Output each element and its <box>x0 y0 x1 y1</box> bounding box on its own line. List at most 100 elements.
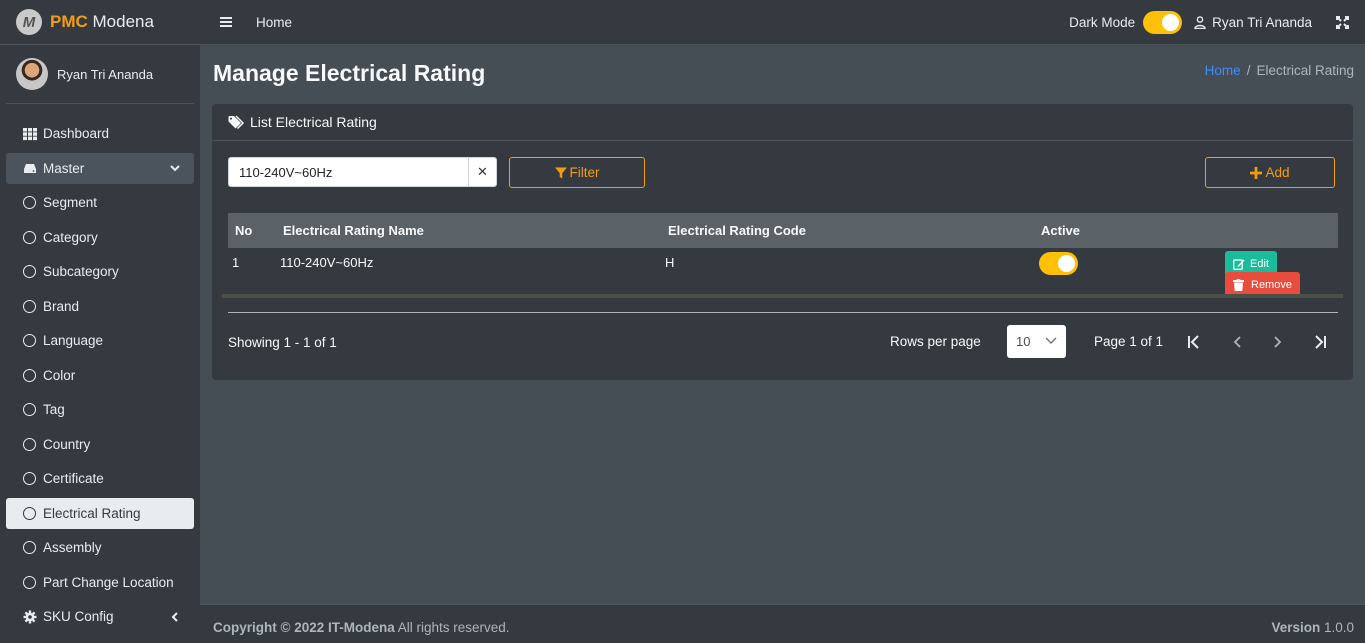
remove-label: Remove <box>1251 278 1292 291</box>
table-row: 1 110-240V~60Hz H Edit Remove <box>228 248 1338 297</box>
sidebar-item-label: Language <box>43 333 104 348</box>
cell-code: H <box>665 255 675 270</box>
footer: Copyright © 2022 IT-Modena All rights re… <box>200 604 1365 643</box>
chevron-down-icon <box>170 165 180 172</box>
sidebar-item-segment[interactable]: Segment <box>6 187 194 218</box>
user-menu[interactable]: Ryan Tri Ananda <box>1194 15 1312 30</box>
circle-icon <box>23 299 36 313</box>
copyright-rest: All rights reserved. <box>394 620 510 635</box>
card-header: List Electrical Rating <box>212 104 1353 141</box>
topbar-user-name: Ryan Tri Ananda <box>1212 15 1312 30</box>
sidebar-item-label: Certificate <box>43 471 104 486</box>
showing-count: Showing 1 - 1 of 1 <box>228 335 337 350</box>
cell-actions: Edit Remove <box>1173 248 1338 297</box>
sidebar-item-label: Brand <box>43 298 80 314</box>
prev-page-icon[interactable] <box>1229 333 1247 351</box>
breadcrumb-home-link[interactable]: Home <box>1205 63 1241 78</box>
gear-icon <box>23 610 37 623</box>
col-no[interactable]: No <box>228 213 276 248</box>
col-code[interactable]: Electrical Rating Code <box>661 213 1034 248</box>
cell-active <box>1034 248 1173 297</box>
sidebar-item-electrical-rating[interactable]: Electrical Rating <box>6 497 194 529</box>
sidebar-item-color[interactable]: Color <box>6 360 194 391</box>
sidebar-item-language[interactable]: Language <box>6 325 194 356</box>
sidebar-item-label: Category <box>43 229 98 245</box>
sidebar-item-assembly[interactable]: Assembly <box>6 532 194 563</box>
close-icon: ✕ <box>477 164 488 179</box>
hdd-icon <box>24 164 36 173</box>
sidebar-item-country[interactable]: Country <box>6 429 194 460</box>
add-button[interactable]: Add <box>1205 157 1335 188</box>
sidebar-item-sku-config[interactable]: SKU Config <box>6 601 194 632</box>
sidebar-item-certificate[interactable]: Certificate <box>6 463 194 494</box>
sidebar-user-name: Ryan Tri Ananda <box>57 66 154 82</box>
top-navbar: Home Dark Mode Ryan Tri Ananda <box>200 0 1365 45</box>
sidebar-item-tag[interactable]: Tag <box>6 394 194 425</box>
chevron-left-icon <box>171 611 178 622</box>
col-actions <box>1173 213 1338 248</box>
breadcrumb: Home / Electrical Rating <box>1205 63 1354 78</box>
grid-icon <box>23 127 37 140</box>
sidebar-nav: Dashboard Master Segment Category Subcat… <box>0 104 200 632</box>
sidebar-item-brand[interactable]: Brand <box>6 291 194 322</box>
col-name[interactable]: Electrical Rating Name <box>276 213 661 248</box>
sidebar-item-category[interactable]: Category <box>6 222 194 253</box>
dark-mode-toggle[interactable] <box>1143 11 1183 34</box>
nav-home-link[interactable]: Home <box>256 15 292 30</box>
brand-text: PMC Modena <box>50 12 154 32</box>
version-value: 1.0.0 <box>1320 620 1354 635</box>
last-page-icon[interactable] <box>1311 333 1329 351</box>
sidebar-item-label: Master <box>43 160 85 176</box>
filter-button[interactable]: Filter <box>509 157 645 188</box>
pagination: Showing 1 - 1 of 1 Rows per page 10 Page… <box>228 324 1338 358</box>
sidebar-item-label: Country <box>43 436 91 452</box>
sidebar-item-label: Assembly <box>43 540 102 555</box>
page-title: Manage Electrical Rating <box>213 60 486 86</box>
menu-toggle-icon[interactable] <box>220 17 232 27</box>
breadcrumb-current: Electrical Rating <box>1256 63 1354 78</box>
sidebar-item-label: Dashboard <box>43 126 110 141</box>
page-info: Page 1 of 1 <box>1094 334 1164 349</box>
dark-mode-label: Dark Mode <box>1069 15 1136 30</box>
active-toggle[interactable] <box>1039 252 1078 275</box>
first-page-icon[interactable] <box>1185 333 1203 351</box>
rows-per-page-select[interactable]: 10 <box>1007 325 1066 358</box>
sidebar-item-subcategory[interactable]: Subcategory <box>6 256 194 287</box>
brand-name-bold: PMC <box>50 12 88 31</box>
copyright-bold: Copyright © 2022 IT-Modena <box>213 620 395 635</box>
brand-link[interactable]: M PMC Modena <box>0 0 200 45</box>
sidebar-item-part-change-location[interactable]: Part Change Location <box>6 567 194 598</box>
add-label: Add <box>1265 165 1290 180</box>
sidebar-item-label: Part Change Location <box>43 574 174 590</box>
sidebar-item-label: Electrical Rating <box>43 505 141 521</box>
user-panel[interactable]: Ryan Tri Ananda <box>6 45 194 104</box>
sidebar-item-label: Color <box>43 367 76 383</box>
circle-icon <box>23 265 36 278</box>
plus-icon <box>1250 166 1263 179</box>
table-header-row: No Electrical Rating Name Electrical Rat… <box>228 213 1338 248</box>
card-title: List Electrical Rating <box>250 114 377 130</box>
fullscreen-icon[interactable] <box>1336 16 1349 29</box>
next-page-icon[interactable] <box>1268 333 1286 351</box>
edit-icon <box>1233 258 1245 270</box>
sidebar-item-dashboard[interactable]: Dashboard <box>6 118 194 149</box>
rows-per-page-label: Rows per page <box>890 334 981 349</box>
col-active[interactable]: Active <box>1034 213 1173 248</box>
brand-logo: M <box>16 9 42 35</box>
clear-search-button[interactable]: ✕ <box>468 158 496 186</box>
search-box: ✕ <box>228 157 497 187</box>
circle-icon <box>23 368 36 382</box>
search-input[interactable] <box>229 158 459 186</box>
circle-icon <box>23 230 36 244</box>
circle-icon <box>23 403 36 416</box>
sidebar-item-master[interactable]: Master <box>6 152 194 184</box>
cell-name: 110-240V~60Hz <box>280 255 374 270</box>
chevron-down-icon <box>1045 337 1057 344</box>
sidebar-item-label: Tag <box>43 402 65 417</box>
circle-icon <box>23 196 36 209</box>
circle-icon <box>23 472 36 485</box>
circle-icon <box>23 575 36 589</box>
table-horizontal-scrollbar[interactable] <box>222 294 1343 298</box>
tags-icon <box>228 114 245 129</box>
avatar <box>16 58 48 90</box>
